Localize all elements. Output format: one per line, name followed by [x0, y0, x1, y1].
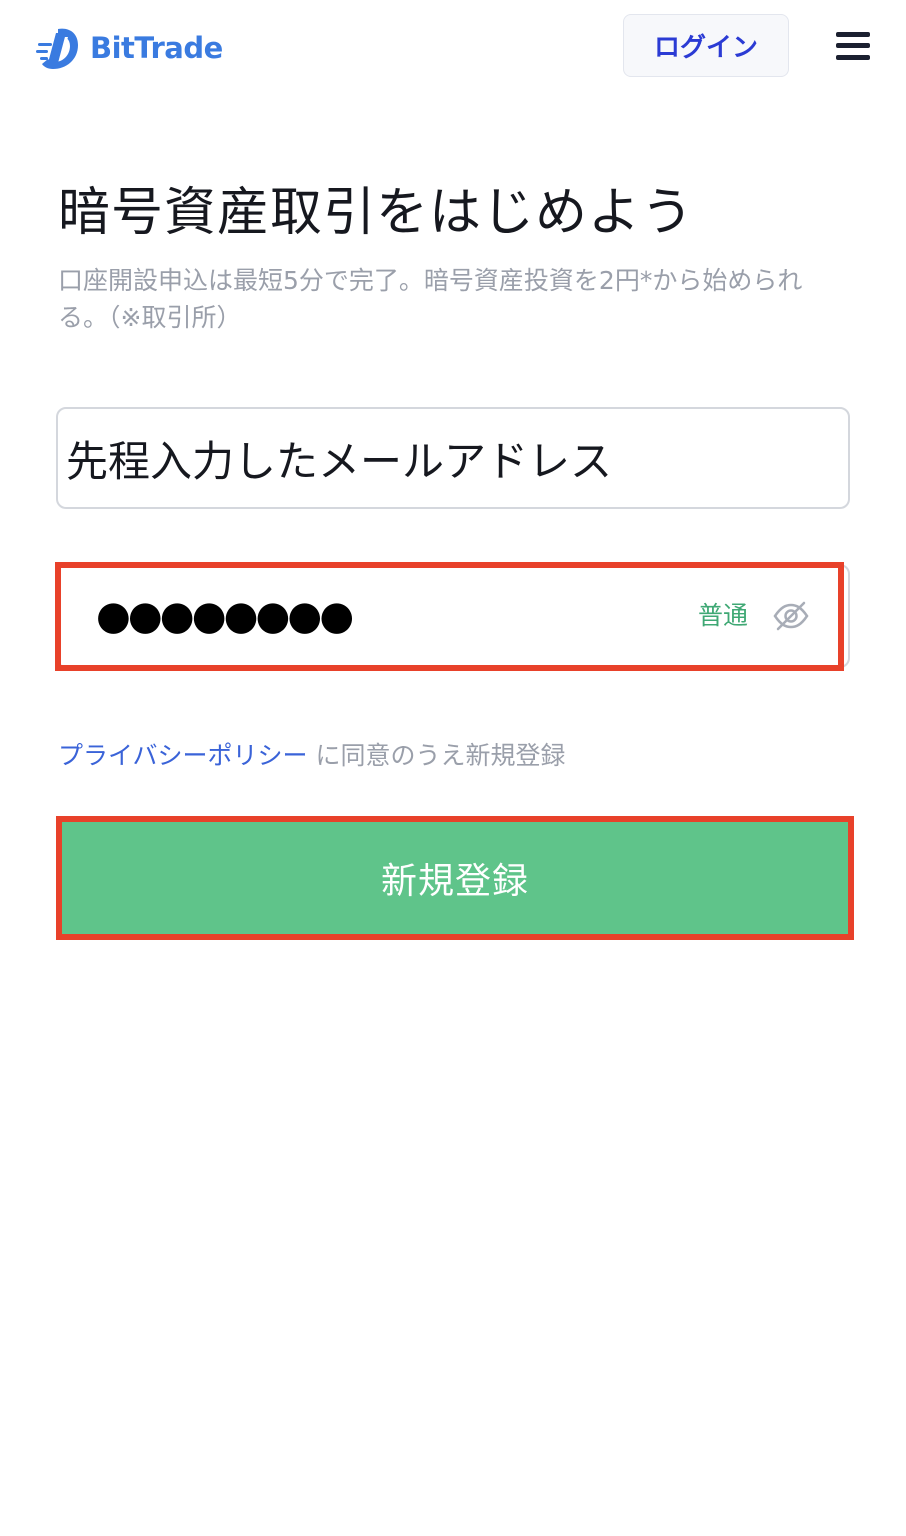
bittrade-logo-icon — [36, 28, 78, 69]
logo-text: BitTrade — [90, 31, 223, 65]
eye-off-icon[interactable] — [772, 600, 810, 632]
hamburger-menu-icon[interactable] — [836, 30, 870, 62]
privacy-agreement-text: に同意のうえ新規登録 — [307, 741, 566, 770]
header: BitTrade ログイン — [0, 0, 906, 96]
page-title: 暗号資産取引をはじめよう — [58, 183, 695, 243]
login-button[interactable]: ログイン — [623, 14, 789, 77]
privacy-agreement: プライバシーポリシー に同意のうえ新規登録 — [58, 736, 565, 772]
privacy-policy-link[interactable]: プライバシーポリシー — [58, 741, 308, 770]
register-button[interactable]: 新規登録 — [56, 816, 854, 940]
email-input[interactable]: 先程入力したメールアドレス — [56, 407, 850, 509]
bittrade-logo[interactable]: BitTrade — [36, 22, 223, 74]
page-subtitle: 口座開設申込は最短5分で完了。暗号資産投資を2円*から始められる。（※取引所） — [58, 266, 803, 332]
password-masked-value: ●●●●●●●● — [96, 593, 354, 639]
password-strength-label: 普通 — [698, 601, 749, 630]
